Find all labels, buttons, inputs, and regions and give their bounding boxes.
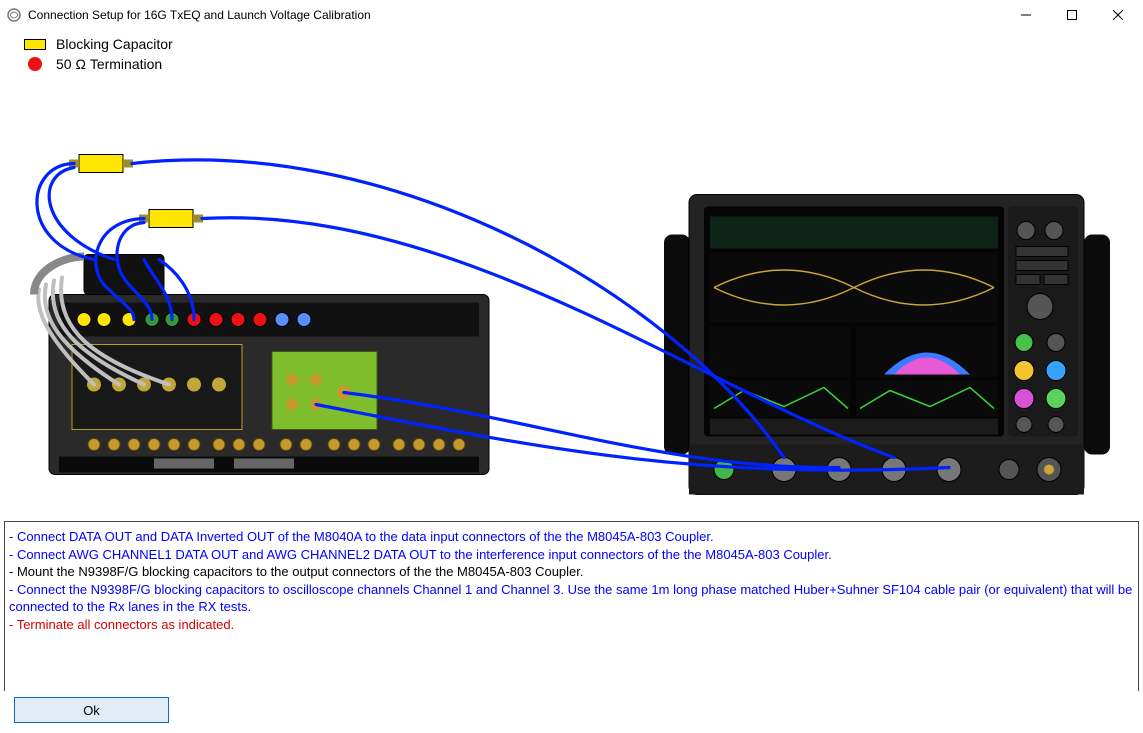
termination-label: 50 Ω Termination <box>56 54 162 74</box>
instruction-line: - Mount the N9398F/G blocking capacitors… <box>9 563 1134 581</box>
blocking-capacitor-2 <box>139 210 203 228</box>
instruction-line: - Connect AWG CHANNEL1 DATA OUT and AWG … <box>9 546 1134 564</box>
blocking-capacitor-swatch <box>24 39 46 50</box>
minimize-icon <box>1021 10 1031 20</box>
termination-swatch <box>28 57 42 71</box>
titlebar: Connection Setup for 16G TxEQ and Launch… <box>0 0 1143 30</box>
legend: Blocking Capacitor 50 Ω Termination <box>0 30 1143 74</box>
close-button[interactable] <box>1095 0 1141 30</box>
instruction-panel: - Connect DATA OUT and DATA Inverted OUT… <box>4 521 1139 691</box>
connection-diagram <box>24 78 1119 511</box>
instrument-left <box>49 295 489 475</box>
app-icon <box>6 7 22 23</box>
instruction-line: - Connect the N9398F/G blocking capacito… <box>9 581 1134 616</box>
dialog-footer: Ok <box>0 691 1143 733</box>
maximize-icon <box>1067 10 1077 20</box>
instrument-right-oscilloscope <box>664 195 1110 495</box>
blocking-capacitor-1 <box>69 155 133 173</box>
close-icon <box>1113 10 1123 20</box>
blocking-capacitor-label: Blocking Capacitor <box>56 34 173 54</box>
instruction-line: - Terminate all connectors as indicated. <box>9 616 1134 634</box>
legend-row: Blocking Capacitor <box>24 34 1119 54</box>
minimize-button[interactable] <box>1003 0 1049 30</box>
instruction-line: - Connect DATA OUT and DATA Inverted OUT… <box>9 528 1134 546</box>
window-title: Connection Setup for 16G TxEQ and Launch… <box>28 8 1003 22</box>
maximize-button[interactable] <box>1049 0 1095 30</box>
dialog-window: Connection Setup for 16G TxEQ and Launch… <box>0 0 1143 733</box>
legend-row: 50 Ω Termination <box>24 54 1119 74</box>
ok-button[interactable]: Ok <box>14 697 169 723</box>
